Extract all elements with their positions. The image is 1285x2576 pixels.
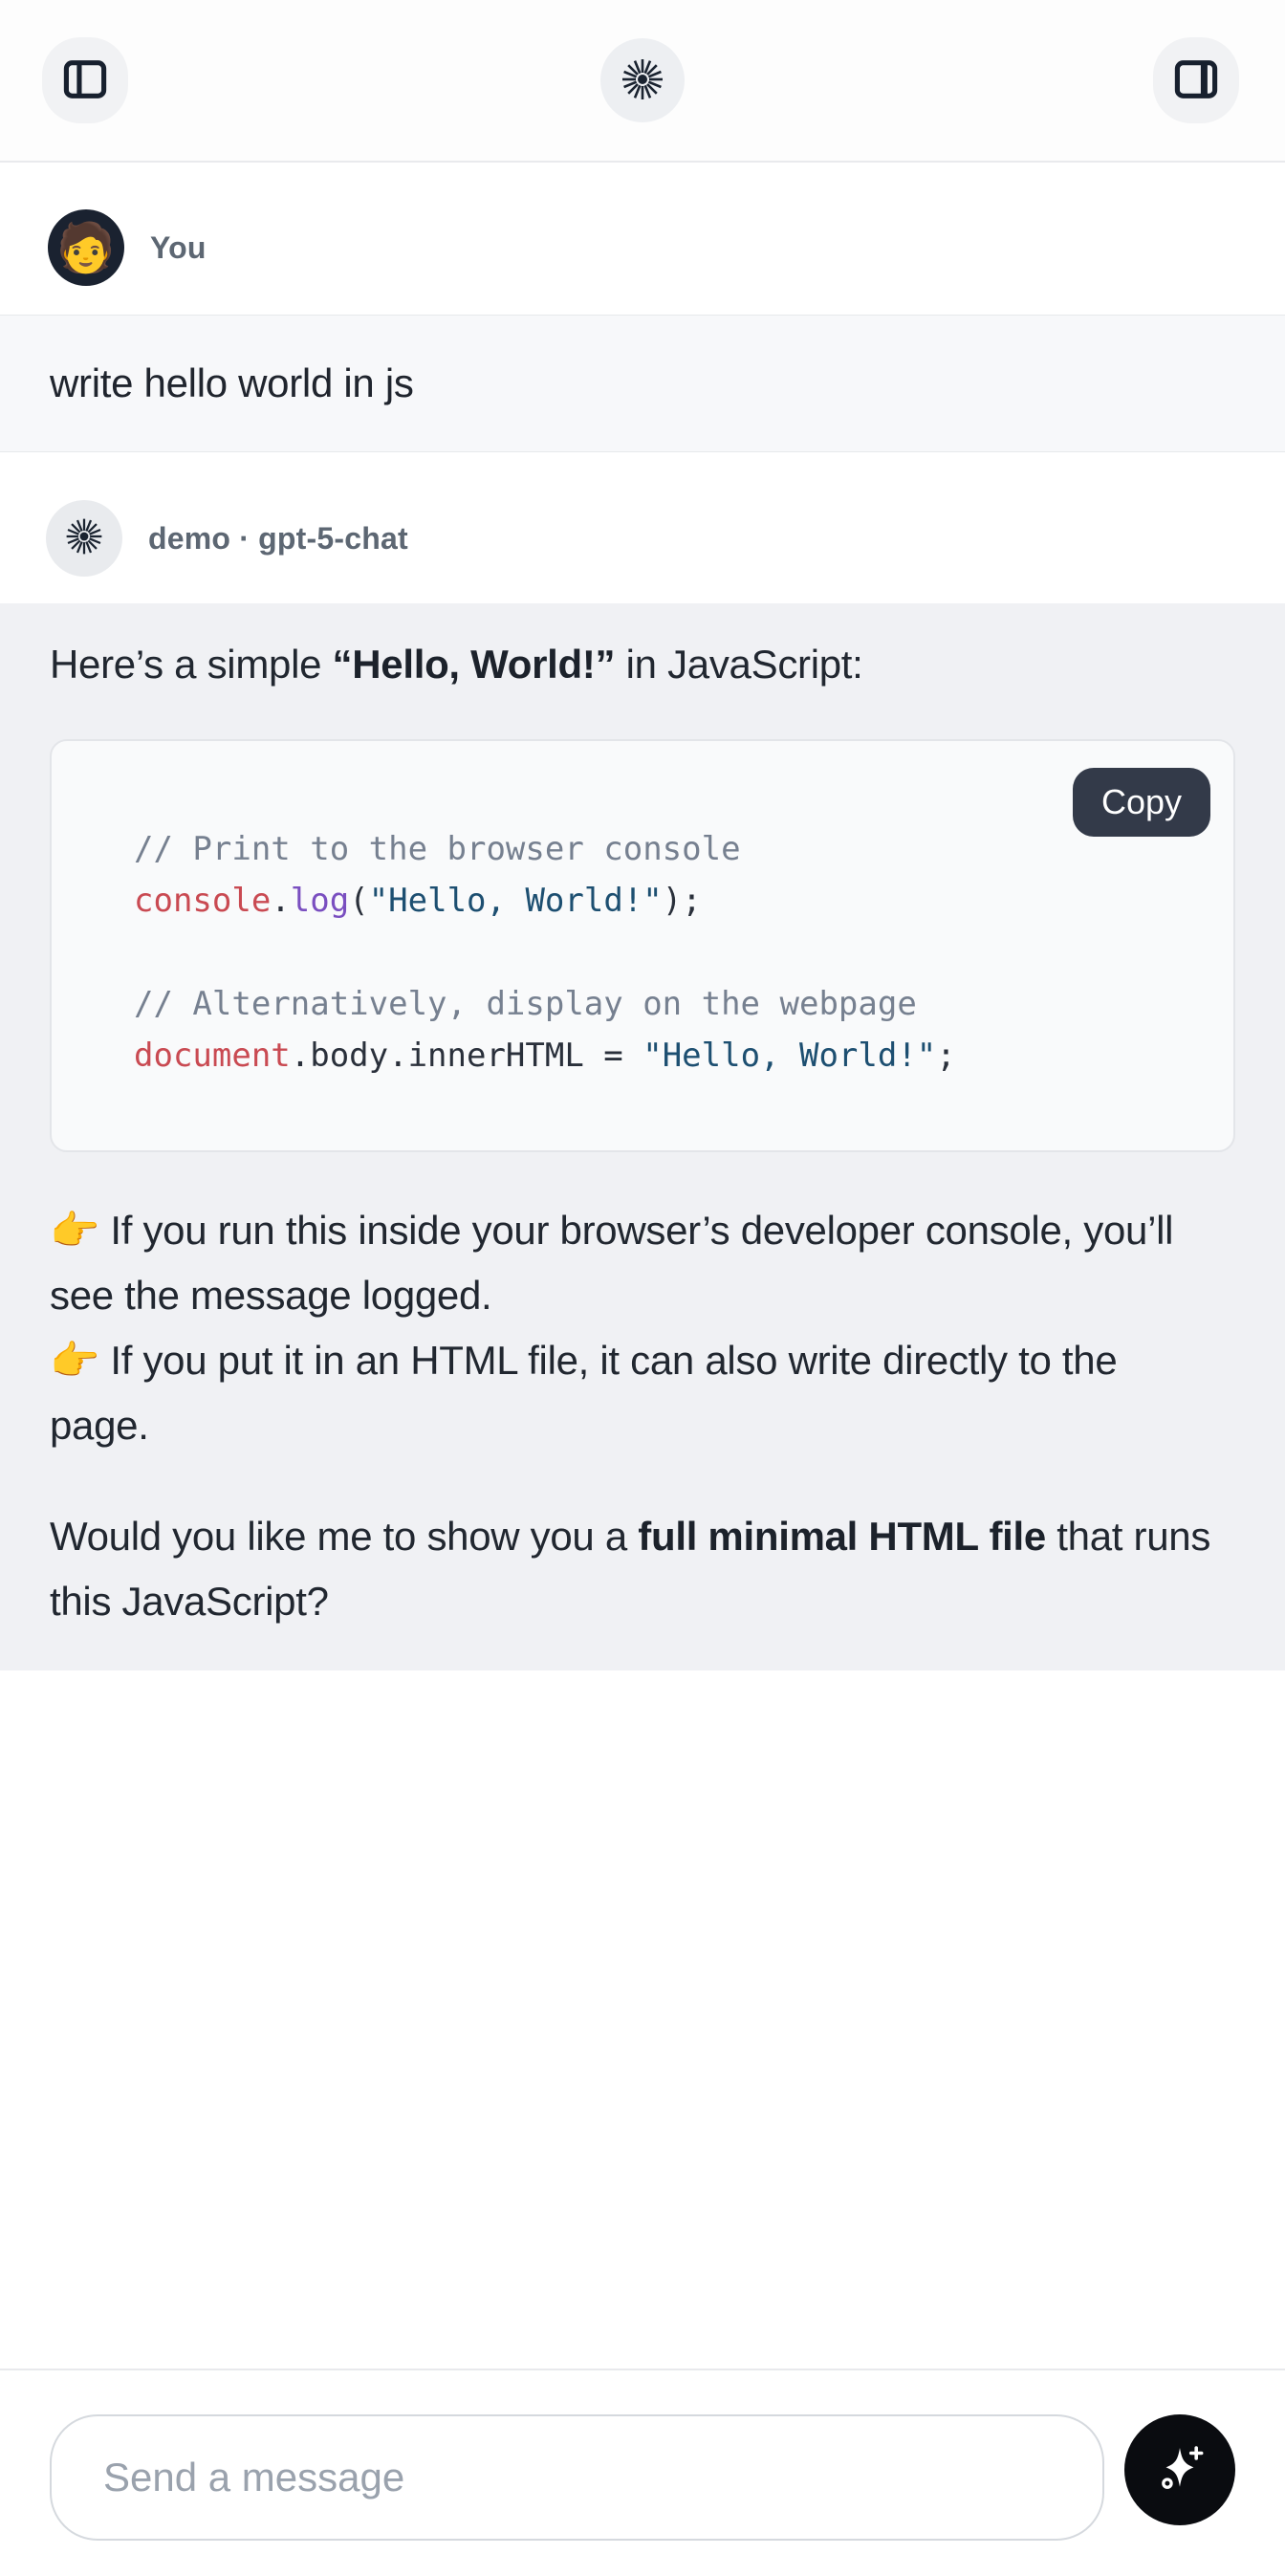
model-button[interactable] xyxy=(600,38,685,122)
assistant-intro-text: Here’s a simple “Hello, World!” in JavaS… xyxy=(50,632,1235,697)
assistant-tips-text: 👉 If you run this inside your browser’s … xyxy=(50,1198,1235,1458)
user-message-text: write hello world in js xyxy=(50,360,414,406)
model-burst-icon xyxy=(620,56,665,105)
chat-app: { "header": { "left_button": "toggle-lef… xyxy=(0,0,1285,2576)
send-button[interactable] xyxy=(1124,2414,1235,2525)
assistant-name-label: demo · gpt-5-chat xyxy=(148,521,408,557)
sparkle-icon xyxy=(1148,2437,1211,2503)
user-avatar-emoji: 🧑 xyxy=(56,224,116,272)
assistant-burst-icon xyxy=(64,516,104,561)
assistant-avatar xyxy=(46,500,122,577)
assistant-followup-text: Would you like me to show you a full min… xyxy=(50,1504,1235,1634)
assistant-turn-header: demo · gpt-5-chat xyxy=(46,499,1285,578)
code-block: Copy // Print to the browser consolecons… xyxy=(50,739,1235,1152)
copy-code-button[interactable]: Copy xyxy=(1073,768,1210,837)
user-message: write hello world in js xyxy=(0,315,1285,452)
assistant-message: Here’s a simple “Hello, World!” in JavaS… xyxy=(0,603,1285,1670)
user-turn-header: 🧑 You xyxy=(48,208,1285,287)
top-bar xyxy=(0,0,1285,163)
composer-bar xyxy=(0,2369,1285,2576)
panel-left-icon xyxy=(58,53,112,109)
message-input[interactable] xyxy=(50,2414,1104,2541)
code-content: // Print to the browser consoleconsole.l… xyxy=(52,741,1233,1150)
right-panel-toggle-button[interactable] xyxy=(1153,37,1239,123)
user-name-label: You xyxy=(150,230,207,266)
sidebar-toggle-button[interactable] xyxy=(42,37,128,123)
panel-right-icon xyxy=(1169,53,1223,109)
user-avatar: 🧑 xyxy=(48,209,124,286)
